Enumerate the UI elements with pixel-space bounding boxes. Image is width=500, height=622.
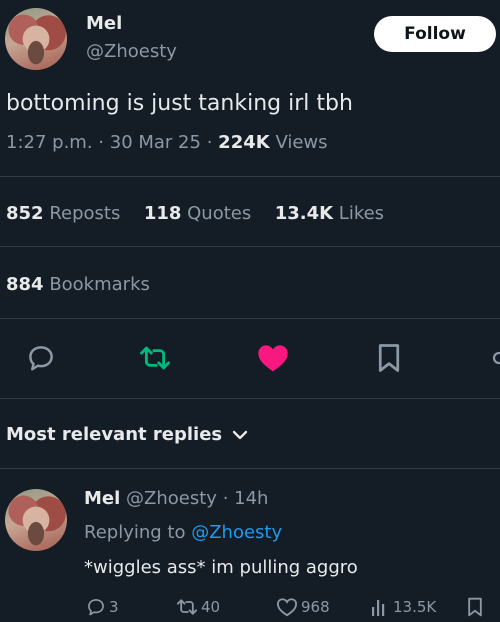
reply-separator: · (222, 488, 229, 509)
follow-button[interactable]: Follow (374, 16, 496, 52)
views-label: Views (275, 132, 328, 153)
tweet-meta: 1:27 p.m. · 30 Mar 25 · 224K Views (6, 132, 328, 153)
reply-author-name[interactable]: Mel (84, 488, 120, 509)
author-name[interactable]: Mel (86, 13, 122, 34)
reply-likes-count: 968 (301, 598, 330, 616)
reply-views-button[interactable]: 13.5K (370, 597, 436, 617)
reposts-label: Reposts (49, 203, 121, 224)
replying-to-line: Replying to @Zhoesty (84, 522, 282, 543)
reply-repost-button[interactable]: 40 (176, 597, 220, 617)
likes-stat[interactable]: 13.4K Likes (275, 203, 384, 224)
divider (0, 246, 500, 247)
bookmark-icon[interactable] (376, 343, 402, 373)
reposts-stat[interactable]: 852 Reposts (6, 203, 120, 224)
heart-icon (276, 597, 298, 617)
share-icon[interactable] (489, 349, 500, 367)
divider (0, 176, 500, 177)
bookmarks-stat[interactable]: 884 Bookmarks (6, 274, 150, 295)
reply-replies-count: 3 (109, 598, 119, 616)
divider (0, 318, 500, 319)
divider (0, 468, 500, 469)
bookmark-icon (466, 597, 484, 617)
reply-avatar[interactable] (5, 489, 67, 551)
replying-to-prefix: Replying to (84, 522, 186, 543)
repost-icon[interactable] (139, 343, 171, 373)
quotes-count: 118 (143, 203, 182, 224)
bookmarks-count: 884 (6, 274, 44, 295)
replies-sort-label: Most relevant replies (6, 424, 223, 445)
divider (0, 398, 500, 399)
meta-separator: · (206, 132, 213, 153)
author-avatar[interactable] (5, 8, 67, 70)
chevron-down-icon (232, 429, 248, 441)
likes-count: 13.4K (274, 203, 334, 224)
reply-reposts-count: 40 (201, 598, 221, 616)
reply-reply-button[interactable]: 3 (86, 597, 119, 617)
quotes-label: Quotes (187, 203, 252, 224)
reply-header: Mel @Zhoesty · 14h (84, 488, 268, 509)
views-count: 224K (218, 132, 270, 153)
bar-chart-icon (370, 597, 390, 617)
tweet-text: bottoming is just tanking irl tbh (6, 91, 353, 116)
reply-like-button[interactable]: 968 (276, 597, 330, 617)
meta-separator: · (98, 132, 105, 153)
tweet-time[interactable]: 1:27 p.m. (6, 132, 93, 153)
repost-icon (176, 597, 198, 617)
replies-sort-dropdown[interactable]: Most relevant replies (6, 424, 248, 445)
heart-icon[interactable] (257, 343, 289, 373)
reply-text: *wiggles ass* im pulling aggro (84, 557, 358, 578)
reply-views-count: 13.5K (393, 598, 437, 616)
quotes-stat[interactable]: 118 Quotes (144, 203, 251, 224)
reply-author-handle[interactable]: @Zhoesty (126, 488, 217, 509)
reposts-count: 852 (6, 203, 44, 224)
reply-bookmark-button[interactable] (466, 597, 484, 617)
reply-icon[interactable] (26, 343, 56, 373)
likes-label: Likes (338, 203, 385, 224)
stats-row: 852 Reposts 118 Quotes 13.4K Likes (6, 203, 384, 224)
reply-icon (86, 597, 106, 617)
reply-age[interactable]: 14h (234, 488, 268, 509)
author-handle[interactable]: @Zhoesty (86, 41, 177, 62)
tweet-date[interactable]: 30 Mar 25 (110, 132, 201, 153)
replying-to-link[interactable]: @Zhoesty (191, 522, 282, 543)
bookmarks-label: Bookmarks (49, 274, 150, 295)
